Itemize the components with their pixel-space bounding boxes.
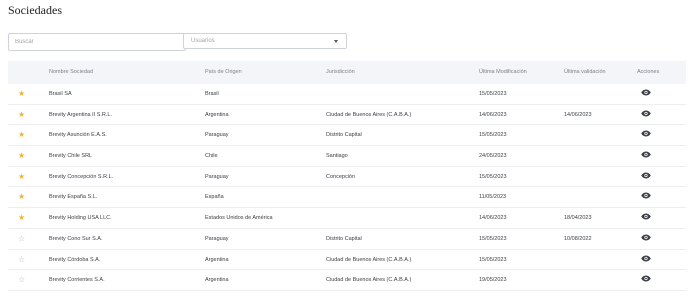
cell-jurisdiction: Santiago (326, 153, 348, 160)
star-outline-icon[interactable]: ☆ (18, 255, 25, 264)
star-filled-icon[interactable]: ★ (18, 110, 25, 119)
cell-country: Chile (205, 153, 218, 160)
star-outline-icon[interactable]: ☆ (18, 234, 25, 243)
star-filled-icon[interactable]: ★ (18, 131, 25, 139)
table-row[interactable]: ☆ Brevity Corrientes S.A. Argentina Ciudad … (8, 270, 686, 291)
cell-modified: 14/06/2023 (479, 111, 507, 118)
cell-modified: 15/05/2023 (479, 91, 507, 97)
eye-icon[interactable] (641, 110, 651, 117)
cell-country: Estados Unidos de América (205, 215, 273, 222)
cell-country: Paraguay (205, 235, 229, 242)
eye-icon[interactable] (641, 255, 651, 262)
cell-modified: 15/05/2023 (479, 173, 507, 180)
table-row[interactable]: ★ Brevity Holding USA LLC. Estados Unidos … (8, 208, 686, 229)
table-row[interactable]: ★ Brevity Asunción E.A.S. Paraguay Distrito… (8, 125, 686, 147)
users-select[interactable]: Usuarios (183, 33, 347, 49)
eye-icon[interactable] (641, 192, 651, 199)
page-title: Sociedades (8, 3, 62, 17)
cell-modified: 11/05/2023 (479, 194, 507, 201)
cell-jurisdiction: Concepción (326, 173, 356, 180)
column-header-modified[interactable]: Última Modificación (479, 69, 527, 75)
table-row[interactable]: ☆ Brevity Córdoba S.A. Argentina Ciudad de … (8, 250, 686, 271)
eye-icon[interactable] (641, 275, 651, 282)
eye-icon[interactable] (641, 89, 651, 96)
cell-name: Brevity Holding USA LLC. (49, 215, 112, 222)
cell-jurisdiction: Ciudad de Buenos Aires (C.A.B.A.) (326, 277, 412, 284)
cell-country: España (205, 194, 224, 201)
eye-icon[interactable] (641, 213, 651, 220)
cell-name: Brevity Argentina II S.R.L. (49, 111, 112, 118)
column-header-name[interactable]: Nombre Sociedad (49, 69, 93, 75)
cell-country: Paraguay (205, 173, 229, 180)
column-header-jurisdiction[interactable]: Jurisdicción (326, 69, 355, 75)
star-filled-icon[interactable]: ★ (18, 90, 25, 98)
table-row[interactable]: ★ Brevity España S.L. España 11/05/2023 (8, 187, 686, 209)
cell-country: Argentina (205, 256, 229, 263)
table-row[interactable]: ★ Brevity Chile SRL Chile Santiago 24/05/202… (8, 146, 686, 167)
cell-modified: 14/06/2023 (479, 215, 507, 222)
cell-modified: 15/05/2023 (479, 235, 507, 242)
star-filled-icon[interactable]: ★ (18, 152, 25, 160)
table-row[interactable]: ☆ Brevity Cono Sur S.A. Paraguay Distrito C… (8, 229, 686, 250)
cell-validated: 14/06/2023 (564, 111, 592, 118)
cell-name: Brevity Cono Sur S.A. (49, 235, 103, 242)
users-select-label: Usuarios (191, 38, 215, 44)
eye-icon[interactable] (641, 172, 651, 179)
star-outline-icon[interactable]: ☆ (18, 276, 25, 284)
cell-name: Brevity Corrientes S.A. (49, 277, 105, 284)
cell-modified: 15/05/2023 (479, 256, 507, 263)
cell-modified: 15/05/2023 (479, 132, 507, 139)
cell-modified: 19/05/2023 (479, 277, 507, 284)
sociedades-table: Nombre Sociedad País de Origen Jurisdicc… (8, 61, 686, 291)
cell-jurisdiction: Distrito Capital (326, 132, 362, 139)
cell-jurisdiction: Ciudad de Buenos Aires (C.A.B.A.) (326, 111, 412, 118)
star-filled-icon[interactable]: ★ (18, 214, 25, 222)
column-header-actions: Acciones (637, 69, 660, 75)
cell-name: Brevity Concepción S.R.L. (49, 173, 114, 180)
cell-modified: 24/05/2023 (479, 153, 507, 160)
table-row[interactable]: ★ Brevity Concepción S.R.L. Paraguay Concep… (8, 167, 686, 188)
cell-validated: 18/04/2023 (564, 215, 592, 222)
cell-name: Brevity España S.L. (49, 194, 98, 201)
table-row[interactable]: ★ Brasil SA Brasil 15/05/2023 (8, 84, 686, 105)
cell-country: Argentina (205, 277, 229, 284)
chevron-down-icon (334, 40, 338, 43)
cell-name: Brevity Asunción E.A.S. (49, 132, 107, 139)
table-header: Nombre Sociedad País de Origen Jurisdicc… (8, 61, 686, 84)
column-header-country[interactable]: País de Origen (205, 69, 242, 75)
cell-name: Brevity Córdoba S.A. (49, 256, 101, 263)
star-filled-icon[interactable]: ★ (18, 193, 25, 201)
star-filled-icon[interactable]: ★ (18, 172, 25, 181)
eye-icon[interactable] (641, 130, 651, 137)
sociedades-page: Sociedades Usuarios Nombre Sociedad País… (0, 0, 688, 296)
cell-country: Argentina (205, 111, 229, 118)
eye-icon[interactable] (641, 234, 651, 241)
column-header-validated[interactable]: Última validación (564, 69, 606, 75)
table-row[interactable]: ★ Brevity Argentina II S.R.L. Argentina Ciu… (8, 105, 686, 126)
cell-country: Brasil (205, 91, 219, 97)
table-body: ★ Brasil SA Brasil 15/05/2023 ★ Brevity Argen… (8, 84, 686, 291)
eye-icon[interactable] (641, 151, 651, 158)
cell-jurisdiction: Distrito Capital (326, 235, 362, 242)
cell-name: Brasil SA (49, 91, 72, 97)
cell-validated: 10/08/2022 (564, 235, 592, 242)
cell-jurisdiction: Ciudad de Buenos Aires (C.A.B.A.) (326, 256, 412, 263)
cell-name: Brevity Chile SRL (49, 153, 93, 160)
search-input[interactable] (8, 33, 186, 51)
cell-country: Paraguay (205, 132, 229, 139)
